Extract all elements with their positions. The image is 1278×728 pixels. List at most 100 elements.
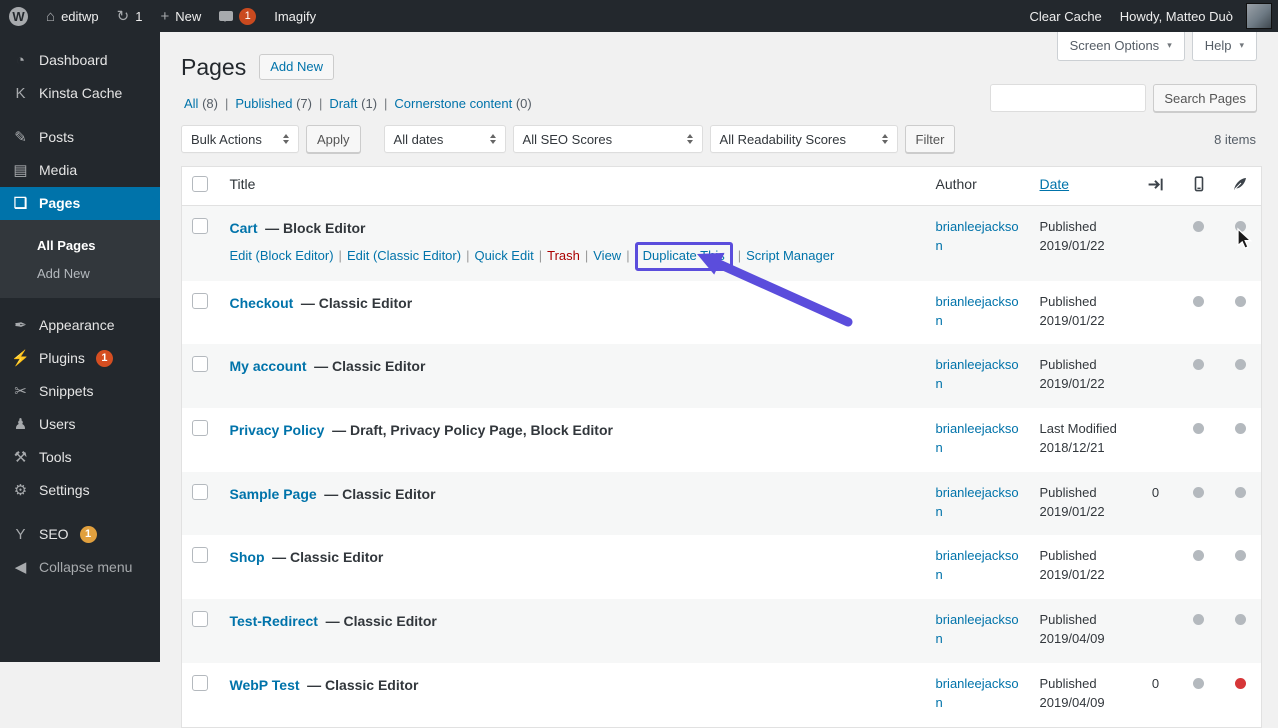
notifications-link[interactable]: 1 xyxy=(210,0,265,32)
sidebar-subitem-add-new[interactable]: Add New xyxy=(0,260,160,288)
column-header-date[interactable]: Date xyxy=(1040,176,1070,192)
author-link[interactable]: brianleejackson xyxy=(936,675,1020,713)
page-title-link[interactable]: Privacy Policy xyxy=(230,422,325,438)
page-title-link[interactable]: WebP Test xyxy=(230,677,300,693)
chevron-down-icon: ▾ xyxy=(1239,40,1244,51)
row-checkbox[interactable] xyxy=(192,420,208,436)
sidebar-item-seo[interactable]: Y SEO 1 xyxy=(0,518,160,551)
sidebar-item-plugins[interactable]: ⚡ Plugins 1 xyxy=(0,342,160,375)
publish-status: Published xyxy=(1040,548,1097,563)
apply-button[interactable]: Apply xyxy=(306,125,361,153)
row-action-script-manager[interactable]: Script Manager xyxy=(746,248,834,263)
sidebar-item-tools[interactable]: ⚒ Tools xyxy=(0,441,160,474)
page-title-link[interactable]: My account xyxy=(230,358,307,374)
row-checkbox[interactable] xyxy=(192,356,208,372)
imagify-menu[interactable]: Imagify xyxy=(265,0,325,32)
select-all-checkbox[interactable] xyxy=(192,176,208,192)
row-checkbox[interactable] xyxy=(192,484,208,500)
wordpress-logo-icon: W xyxy=(9,7,28,26)
update-count-badge: 1 xyxy=(80,526,97,543)
readability-score-dot xyxy=(1235,359,1246,370)
update-count-badge: 1 xyxy=(96,350,113,367)
row-action-trash[interactable]: Trash xyxy=(547,248,580,263)
help-tab[interactable]: Help ▾ xyxy=(1192,32,1257,61)
updates-link[interactable]: ↻ 1 xyxy=(108,0,152,32)
author-link[interactable]: brianleejackson xyxy=(936,420,1020,458)
readability-scores-filter-select[interactable]: All Readability Scores xyxy=(710,125,898,153)
view-filter-cornerstone-content[interactable]: Cornerstone content (0) xyxy=(394,96,531,111)
sidebar-item-pages[interactable]: ❏ Pages xyxy=(0,187,160,220)
post-state-label: — Classic Editor xyxy=(301,295,412,311)
redirects-count: 0 xyxy=(1152,676,1159,691)
page-title-link[interactable]: Test-Redirect xyxy=(230,613,318,629)
new-content-link[interactable]: + New xyxy=(151,0,210,32)
view-filter-published[interactable]: Published (7) xyxy=(235,96,312,111)
row-actions: Edit (Block Editor)|Edit (Classic Editor… xyxy=(230,246,916,267)
publish-date: 2019/01/22 xyxy=(1040,238,1105,253)
page-title-link[interactable]: Shop xyxy=(230,549,265,565)
row-checkbox[interactable] xyxy=(192,218,208,234)
view-filter-all[interactable]: All (8) xyxy=(184,96,218,111)
publish-status: Published xyxy=(1040,612,1097,627)
sidebar-item-kinsta-cache[interactable]: K Kinsta Cache xyxy=(0,77,160,110)
column-header-readability[interactable] xyxy=(1220,167,1262,206)
page-title-link[interactable]: Sample Page xyxy=(230,486,317,502)
author-link[interactable]: brianleejackson xyxy=(936,484,1020,522)
page-title-link[interactable]: Cart xyxy=(230,220,258,236)
row-checkbox[interactable] xyxy=(192,547,208,563)
filter-button[interactable]: Filter xyxy=(905,125,956,153)
author-link[interactable]: brianleejackson xyxy=(936,293,1020,331)
search-input[interactable] xyxy=(990,84,1146,112)
wordpress-menu[interactable]: W xyxy=(0,0,37,32)
row-action-view[interactable]: View xyxy=(593,248,621,263)
column-header-title[interactable]: Title xyxy=(230,176,256,192)
add-new-button[interactable]: Add New xyxy=(259,54,334,80)
table-row: Privacy Policy — Draft, Privacy Policy P… xyxy=(182,408,1262,472)
column-header-redirects[interactable] xyxy=(1134,167,1178,206)
row-action-edit-block-editor[interactable]: Edit (Block Editor) xyxy=(230,248,334,263)
readability-score-dot xyxy=(1235,614,1246,625)
author-link[interactable]: brianleejackson xyxy=(936,611,1020,649)
author-link[interactable]: brianleejackson xyxy=(936,218,1020,256)
dates-filter-select[interactable]: All dates xyxy=(384,125,506,153)
author-link[interactable]: brianleejackson xyxy=(936,356,1020,394)
admin-sidebar: ◔ Dashboard K Kinsta Cache ✎ Posts ▤ Med… xyxy=(0,32,160,662)
bulk-actions-select[interactable]: Bulk Actions xyxy=(181,125,299,153)
site-name-link[interactable]: ⌂ editwp xyxy=(37,0,108,32)
select-caret-icon xyxy=(687,131,693,147)
sidebar-item-appearance[interactable]: ✒ Appearance xyxy=(0,309,160,342)
seo-score-dot xyxy=(1193,221,1204,232)
plus-icon: + xyxy=(160,9,169,24)
clear-cache-button[interactable]: Clear Cache xyxy=(1021,0,1111,32)
sidebar-item-media[interactable]: ▤ Media xyxy=(0,154,160,187)
user-avatar[interactable] xyxy=(1246,3,1272,29)
sidebar-item-users[interactable]: ♟ Users xyxy=(0,408,160,441)
view-filter-draft[interactable]: Draft (1) xyxy=(329,96,377,111)
row-action-edit-classic-editor[interactable]: Edit (Classic Editor) xyxy=(347,248,461,263)
row-action-quick-edit[interactable]: Quick Edit xyxy=(474,248,533,263)
sidebar-item-snippets[interactable]: ✂ Snippets xyxy=(0,375,160,408)
search-pages-button[interactable]: Search Pages xyxy=(1153,84,1257,112)
feather-icon xyxy=(1232,176,1248,192)
sidebar-item-collapse[interactable]: ◀ Collapse menu xyxy=(0,551,160,584)
sidebar-subitem-all-pages[interactable]: All Pages xyxy=(0,232,160,260)
author-link[interactable]: brianleejackson xyxy=(936,547,1020,585)
table-row: Checkout — Classic Editor brianleejackso… xyxy=(182,281,1262,345)
row-checkbox[interactable] xyxy=(192,611,208,627)
seo-scores-filter-select[interactable]: All SEO Scores xyxy=(513,125,703,153)
sidebar-item-settings[interactable]: ⚙ Settings xyxy=(0,474,160,507)
column-header-mobile[interactable] xyxy=(1178,167,1220,206)
publish-date: 2019/01/22 xyxy=(1040,504,1105,519)
row-checkbox[interactable] xyxy=(192,293,208,309)
sidebar-item-dashboard[interactable]: ◔ Dashboard xyxy=(0,44,160,77)
page-title-link[interactable]: Checkout xyxy=(230,295,294,311)
pages-submenu: All PagesAdd New xyxy=(0,220,160,298)
row-checkbox[interactable] xyxy=(192,675,208,691)
seo-score-dot xyxy=(1193,678,1204,689)
my-account-menu[interactable]: Howdy, Matteo Duò xyxy=(1111,0,1242,32)
row-action-duplicate-this[interactable]: Duplicate This xyxy=(643,248,725,263)
post-state-label: — Classic Editor xyxy=(326,613,437,629)
sidebar-item-posts[interactable]: ✎ Posts xyxy=(0,121,160,154)
screen-options-tab[interactable]: Screen Options ▾ xyxy=(1057,32,1185,61)
post-state-label: — Draft, Privacy Policy Page, Block Edit… xyxy=(332,422,613,438)
